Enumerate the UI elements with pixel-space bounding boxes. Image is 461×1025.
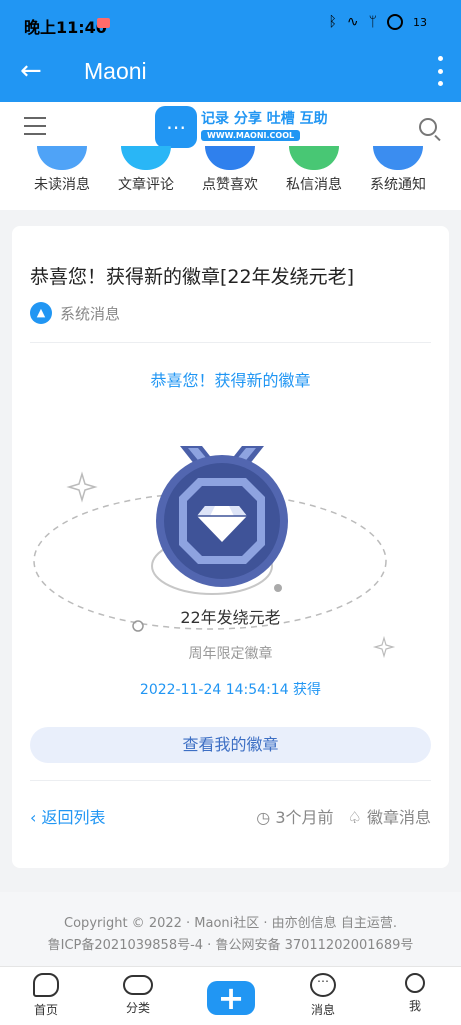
status-bar: 晚上11:40 ᛒ ∿ ᛘ 13	[0, 0, 461, 46]
time-ago: ◷ 3个月前	[256, 804, 333, 828]
tab-label: 首页	[33, 1003, 58, 1017]
private-message-icon	[289, 146, 339, 170]
notification-icon	[97, 18, 110, 28]
tab-categories[interactable]: 分类	[108, 973, 168, 1016]
tab-home[interactable]: 首页	[16, 973, 76, 1018]
message-categories: 未读消息 文章评论 点赞喜欢 私信消息 系统通知	[0, 146, 461, 210]
card-footer: ‹ 返回列表 ◷ 3个月前 ♤ 徽章消息	[30, 804, 431, 828]
congrats-text: 恭喜您！获得新的徽章	[150, 371, 311, 390]
badge-description: 周年限定徽章	[188, 646, 273, 662]
message-card: 恭喜您！获得新的徽章[22年发绕元老] ▲ 系统消息 恭喜您！获得新的徽章 22…	[12, 226, 449, 868]
more-menu-icon[interactable]	[437, 56, 443, 86]
category-system[interactable]: 系统通知	[358, 146, 438, 194]
page-title: Maoni	[84, 58, 147, 84]
time-ago-label: 3个月前	[275, 808, 334, 827]
category-unread[interactable]: 未读消息	[22, 146, 102, 194]
logo-slogan: 记录 分享 吐槽 互助	[201, 111, 328, 127]
category-label: 私信消息	[286, 177, 342, 193]
category-likes[interactable]: 点赞喜欢	[190, 146, 270, 194]
tab-messages[interactable]: ⋯ 消息	[293, 973, 353, 1018]
message-source: ▲ 系统消息	[30, 302, 120, 324]
system-notice-icon	[373, 146, 423, 170]
chat-icon: ⋯	[310, 973, 336, 997]
battery-level: 13	[413, 15, 427, 29]
search-icon[interactable]	[419, 118, 437, 136]
category-private[interactable]: 私信消息	[274, 146, 354, 194]
icp-text: 鲁ICP备2021039858号-4 · 鲁公网安备 3701120200168…	[47, 938, 414, 953]
category-comments[interactable]: 文章评论	[106, 146, 186, 194]
view-my-badges-button[interactable]: 查看我的徽章	[30, 727, 431, 763]
back-to-list-link[interactable]: ‹ 返回列表	[30, 804, 106, 828]
signal-icon: ∿	[346, 14, 359, 30]
user-icon	[405, 973, 425, 993]
message-category: ♤ 徽章消息	[348, 804, 431, 828]
status-icons: ᛒ ∿ ᛘ 13	[328, 14, 427, 30]
site-footer: Copyright © 2022 · Maoni社区 · 由亦创信息 自主运营.…	[0, 892, 461, 966]
badge-illustration	[33, 446, 396, 659]
add-post-button[interactable]: +	[207, 981, 255, 1015]
clock-icon: ◷	[256, 808, 271, 827]
category-label: 文章评论	[118, 177, 174, 193]
bluetooth-icon: ᛒ	[328, 14, 337, 30]
chevron-left-icon: ‹	[30, 808, 42, 827]
tab-label: 我	[408, 999, 421, 1013]
battery-icon	[387, 14, 403, 30]
bell-icon: ▲	[30, 302, 52, 324]
divider	[30, 780, 431, 781]
message-meta: ◷ 3个月前 ♤ 徽章消息	[256, 804, 431, 828]
unread-icon	[37, 146, 87, 170]
app-bar: ← Maoni	[0, 46, 461, 102]
toggle-icon	[123, 975, 153, 995]
category-label: 点赞喜欢	[202, 177, 258, 193]
like-icon	[205, 146, 255, 170]
menu-icon[interactable]	[24, 117, 46, 135]
wifi-icon: ᛘ	[368, 14, 377, 30]
source-label: 系统消息	[60, 304, 121, 323]
badge-obtained-date: 2022-11-24 14:54:14 获得	[139, 682, 322, 698]
back-arrow-icon[interactable]: ←	[20, 58, 42, 84]
tab-label: 消息	[310, 1003, 335, 1017]
copyright-text: Copyright © 2022 · Maoni社区 · 由亦创信息 自主运营.	[64, 916, 397, 931]
message-title: 恭喜您！获得新的徽章[22年发绕元老]	[30, 266, 355, 288]
site-logo[interactable]: ⋯ 记录 分享 吐槽 互助 WWW.MAONI.COOL	[155, 104, 328, 148]
category-label: 未读消息	[34, 177, 90, 193]
comment-icon	[121, 146, 171, 170]
message-category-label: 徽章消息	[366, 808, 431, 827]
divider	[30, 342, 431, 343]
badge-name: 22年发绕元老	[180, 608, 281, 627]
tab-label: 分类	[125, 1001, 150, 1015]
home-icon	[33, 973, 59, 997]
chat-bubble-icon: ⋯	[155, 106, 197, 148]
status-time: 晚上11:40	[24, 18, 107, 37]
bottom-tab-bar: 首页 分类 + ⋯ 消息 我	[0, 966, 461, 1025]
logo-url: WWW.MAONI.COOL	[201, 130, 301, 141]
tab-me[interactable]: 我	[385, 973, 445, 1014]
bell-outline-icon: ♤	[347, 808, 362, 827]
back-to-list-label: 返回列表	[41, 808, 106, 827]
category-label: 系统通知	[370, 177, 426, 193]
